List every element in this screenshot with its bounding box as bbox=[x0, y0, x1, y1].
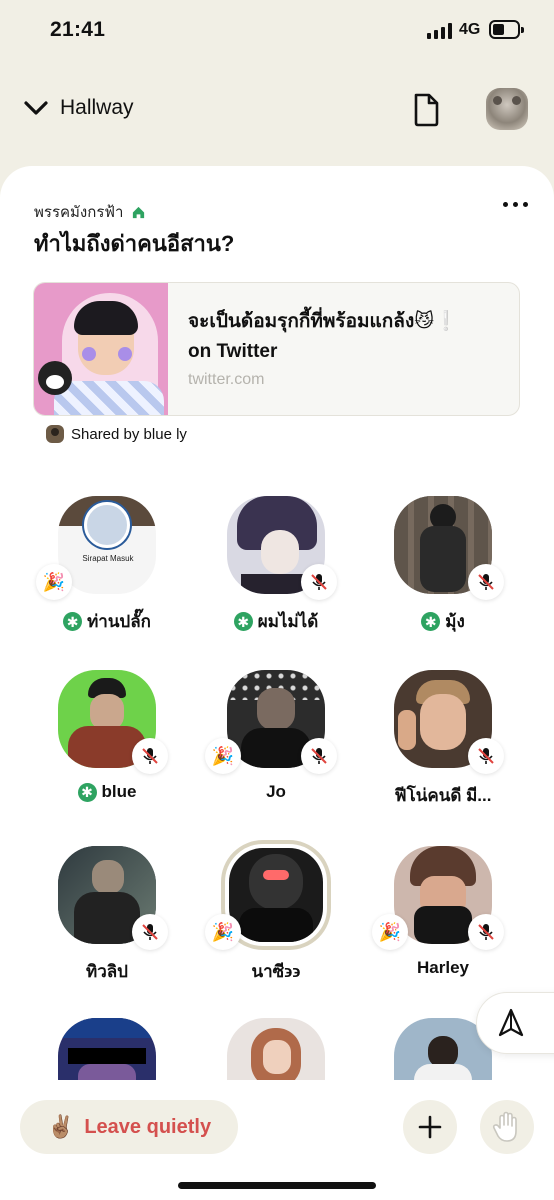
shared-by-row: Shared by blue ly bbox=[46, 425, 187, 443]
add-button[interactable] bbox=[403, 1100, 457, 1154]
speaker-name: blue bbox=[101, 782, 137, 801]
profile-avatar[interactable] bbox=[486, 88, 528, 130]
club-name: พรรคมังกรฟ้า bbox=[34, 204, 124, 221]
chevron-down-icon bbox=[24, 101, 48, 115]
hallway-back-button[interactable]: Hallway bbox=[22, 94, 134, 122]
more-options-icon[interactable] bbox=[503, 202, 528, 207]
muted-mic-icon bbox=[132, 914, 168, 950]
speaker-tile[interactable] bbox=[201, 1018, 351, 1080]
muted-mic-icon bbox=[468, 914, 504, 950]
party-popper-icon: 🎉 bbox=[205, 914, 241, 950]
link-title-line2: on Twitter bbox=[188, 341, 278, 362]
raised-hand-icon bbox=[492, 1111, 517, 1142]
battery-icon bbox=[489, 20, 524, 39]
sharer-avatar bbox=[46, 425, 64, 443]
speaker-tile[interactable]: ✱ blue bbox=[32, 670, 182, 820]
avatar-card-name: Sirapat Masuk bbox=[82, 554, 134, 563]
leave-quietly-button[interactable]: ✌🏽 Leave quietly bbox=[20, 1100, 238, 1154]
room-sheet: พรรคมังกรฟ้า ทำไมถึงด่าคนอีสาน? จะเป็นด้… bbox=[0, 166, 554, 1200]
raise-hand-button[interactable] bbox=[480, 1100, 534, 1154]
speaker-tile[interactable]: ✱ ผมไม่ได้ bbox=[201, 496, 351, 646]
signal-icon bbox=[427, 23, 453, 39]
shared-link-card[interactable]: จะเป็นด้อมรุกกี้ที่พร้อมแกล้ง😼❕ on Twitt… bbox=[33, 282, 520, 416]
shared-by-label: Shared by blue ly bbox=[71, 425, 187, 443]
speaker-tile[interactable]: 🎉 Harley bbox=[368, 846, 518, 996]
party-popper-icon: 🎉 bbox=[205, 738, 241, 774]
speaker-tile[interactable]: ทิวลิป bbox=[32, 846, 182, 996]
speaker-avatar bbox=[58, 1018, 156, 1080]
share-room-button[interactable] bbox=[476, 992, 554, 1054]
speaker-name: มุ้ง bbox=[445, 612, 465, 631]
muted-mic-icon bbox=[301, 564, 337, 600]
speaker-name: Jo bbox=[266, 782, 286, 801]
speaker-avatar bbox=[227, 1018, 325, 1080]
speaker-tile[interactable]: 🎉 Jo bbox=[201, 670, 351, 820]
link-title-line1: จะเป็นด้อมรุกกี้ที่พร้อมแกล้ง😼❕ bbox=[188, 311, 458, 332]
speaker-name: Harley bbox=[417, 958, 469, 977]
hallway-label: Hallway bbox=[60, 96, 134, 119]
link-thumbnail bbox=[34, 283, 168, 415]
muted-mic-icon bbox=[468, 738, 504, 774]
speaker-tile[interactable]: ✱ มุ้ง bbox=[368, 496, 518, 646]
speaker-name: นาซี϶϶ bbox=[251, 962, 301, 981]
status-time: 21:41 bbox=[50, 18, 106, 41]
document-icon[interactable] bbox=[410, 92, 442, 128]
room-topbar: Hallway bbox=[0, 84, 554, 140]
link-domain: twitter.com bbox=[188, 371, 265, 388]
party-popper-icon: 🎉 bbox=[36, 564, 72, 600]
muted-mic-icon bbox=[468, 564, 504, 600]
speaker-name: ทิวลิป bbox=[86, 962, 128, 981]
paper-plane-icon bbox=[498, 1008, 524, 1037]
network-label: 4G bbox=[459, 21, 481, 38]
room-title: ทำไมถึงด่าคนอีสาน? bbox=[34, 231, 235, 256]
speaker-tile[interactable]: 🎉 นาซี϶϶ bbox=[201, 840, 351, 996]
plus-icon bbox=[418, 1115, 442, 1139]
muted-mic-icon bbox=[301, 738, 337, 774]
moderator-icon: ✱ bbox=[233, 612, 253, 631]
peace-hand-icon: ✌🏽 bbox=[46, 1114, 75, 1139]
moderator-icon: ✱ bbox=[421, 612, 441, 631]
speaker-tile[interactable]: Sirapat Masuk 🎉 ✱ ท่านปลั๊ก bbox=[32, 496, 182, 646]
speaker-tile[interactable] bbox=[32, 1018, 182, 1080]
speaker-avatar: Sirapat Masuk bbox=[58, 496, 156, 594]
bottom-action-bar: ✌🏽 Leave quietly bbox=[0, 1080, 554, 1200]
moderator-icon: ✱ bbox=[63, 612, 83, 631]
house-icon bbox=[133, 206, 145, 218]
speaker-name: ท่านปลั๊ก bbox=[87, 612, 151, 631]
status-bar: 21:41 4G bbox=[0, 0, 554, 62]
leave-quietly-label: Leave quietly bbox=[84, 1115, 212, 1138]
speaker-name: ฟีโน่คนดี มี... bbox=[394, 786, 492, 805]
club-name-row[interactable]: พรรคมังกรฟ้า bbox=[34, 200, 146, 224]
muted-mic-icon bbox=[132, 738, 168, 774]
moderator-icon: ✱ bbox=[77, 782, 97, 802]
home-indicator bbox=[178, 1182, 376, 1189]
speaker-name: ผมไม่ได้ bbox=[257, 612, 319, 631]
party-popper-icon: 🎉 bbox=[372, 914, 408, 950]
speaker-tile[interactable]: ฟีโน่คนดี มี... bbox=[368, 670, 518, 820]
